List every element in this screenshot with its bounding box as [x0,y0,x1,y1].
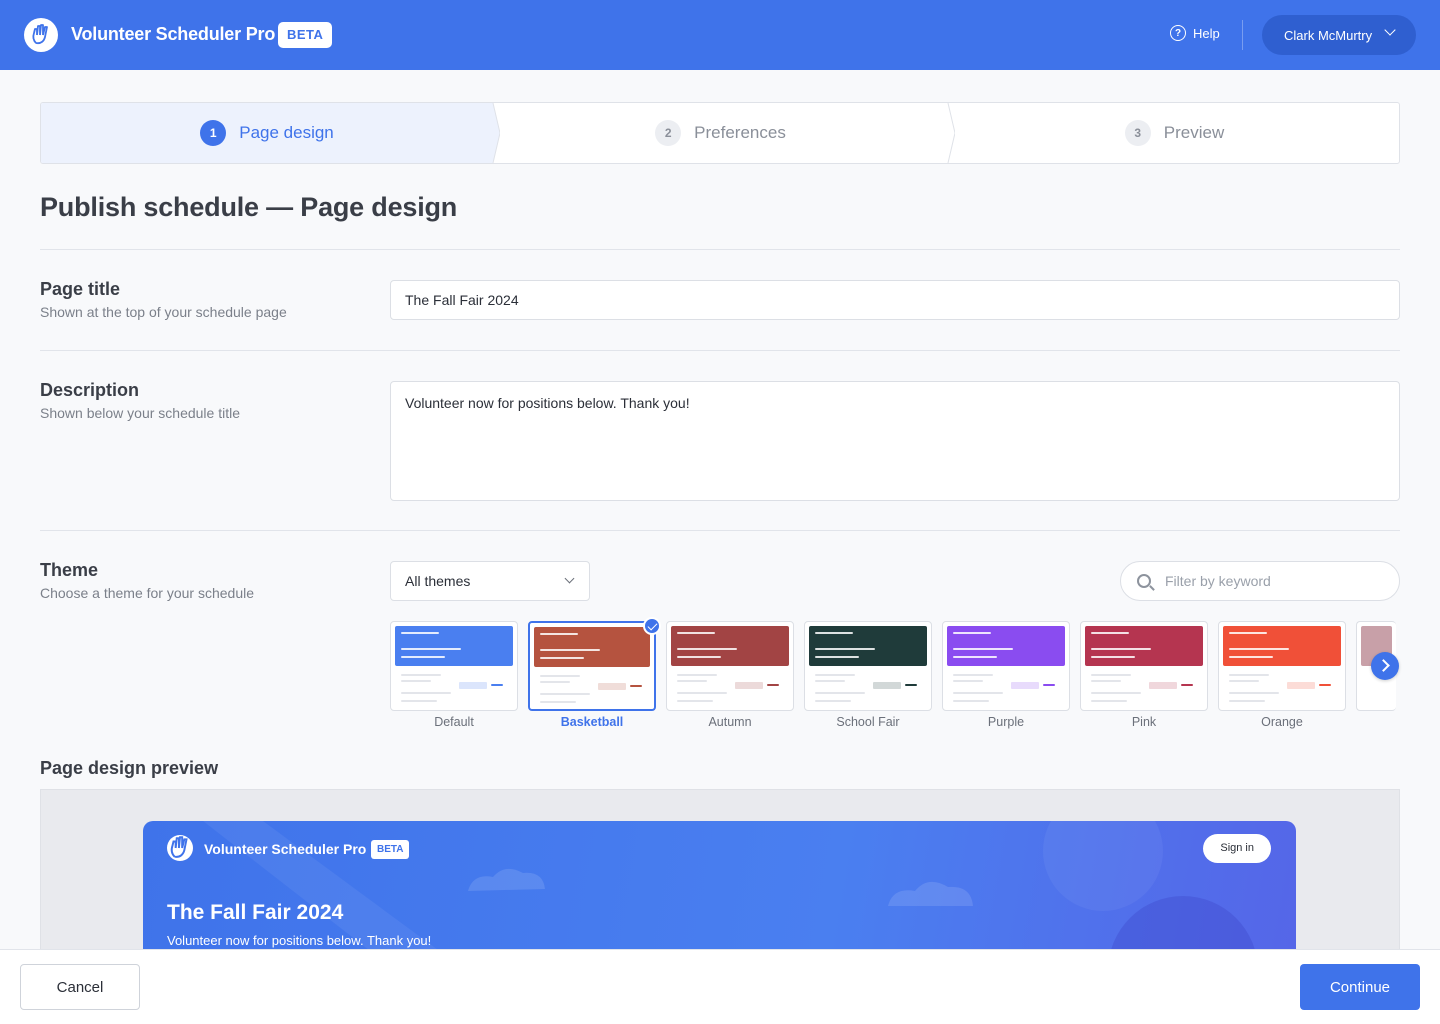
page-title-label: Page title [40,279,121,299]
preview-section-title: Page design preview [40,758,219,778]
theme-banner-swatch [534,627,650,667]
theme-label: Autumn [708,715,752,729]
hand-logo-icon[interactable] [24,18,58,52]
theme-filter-value: All themes [405,573,471,589]
user-menu-button[interactable]: Clark McMurtry [1262,15,1416,55]
theme-banner-swatch [809,626,927,666]
theme-banner-swatch [395,626,513,666]
theme-label: School Fair [836,715,900,729]
step-separator [488,103,500,163]
theme-banner-swatch [1085,626,1203,666]
app-title: Volunteer Scheduler Pro [71,24,276,44]
preview-beta-badge: BETA [371,840,410,859]
step-page-design[interactable]: 1 Page design [41,103,493,163]
preview-sign-in-button[interactable]: Sign in [1203,834,1271,863]
step-preview[interactable]: 3 Preview [948,103,1399,163]
step-separator [947,103,955,163]
theme-label: Purple [987,715,1025,729]
step-preferences[interactable]: 2 Preferences [493,103,948,163]
step-label: Preferences [694,123,786,142]
theme-help: Choose a theme for your schedule [40,585,255,601]
page-title-help: Shown at the top of your schedule page [40,304,287,320]
divider [40,530,1400,531]
theme-card[interactable] [1218,621,1346,711]
step-label: Page design [239,123,334,142]
stepper: 1 Page design 2 Preferences 3 Preview [40,102,1400,164]
theme-card[interactable] [666,621,794,711]
theme-card[interactable] [1080,621,1208,711]
theme-card[interactable] [804,621,932,711]
help-link[interactable]: ? Help [1170,25,1220,41]
theme-banner-swatch [671,626,789,666]
search-placeholder: Filter by keyword [1165,573,1271,589]
question-circle-icon: ? [1170,25,1186,41]
theme-card[interactable] [390,621,518,711]
divider [40,249,1400,250]
header-divider [1242,20,1243,50]
chevron-down-icon [564,573,575,584]
preview-logo-icon [167,835,193,861]
step-label: Preview [1163,123,1225,142]
top-bar: Volunteer Scheduler Pro BETA ? Help Clar… [0,0,1440,70]
gallery-next-button[interactable] [1371,652,1399,680]
theme-label: Orange [1261,715,1303,729]
page-title: Publish schedule — Page design [40,192,458,222]
cancel-button[interactable]: Cancel [20,964,140,1010]
theme-filter-select[interactable]: All themes [390,561,590,601]
theme-label: Default [434,715,474,729]
page-title-input[interactable]: The Fall Fair 2024 [390,280,1400,320]
user-name: Clark McMurtry [1284,27,1373,43]
footer-bar: Cancel Continue [0,949,1440,1024]
theme-label: Basketball [560,715,624,729]
beta-badge: BETA [278,22,333,48]
theme-banner-swatch [1223,626,1341,666]
step-number: 2 [655,120,682,146]
step-number: 3 [1124,120,1151,146]
preview-description: Volunteer now for positions below. Thank… [167,933,432,948]
theme-card[interactable] [942,621,1070,711]
theme-banner-swatch [947,626,1065,666]
description-label: Description [40,380,140,400]
preview-banner: Volunteer Scheduler Pro BETA Sign in The… [143,821,1296,961]
preview-app-title: Volunteer Scheduler Pro [204,841,367,857]
selected-check-icon [643,617,661,635]
theme-search-input[interactable]: Filter by keyword [1120,561,1400,601]
description-help: Shown below your schedule title [40,405,241,421]
theme-label: Pink [1131,715,1157,729]
divider [40,350,1400,351]
theme-gallery: Default Basketball Autumn School Fair Purple… [390,621,1400,736]
theme-card[interactable] [528,621,656,711]
description-textarea[interactable]: Volunteer now for positions below. Thank… [390,381,1400,501]
help-label: Help [1193,25,1220,41]
theme-label: Theme [40,560,99,580]
step-number: 1 [200,120,227,146]
search-icon [1137,574,1151,588]
preview-title: The Fall Fair 2024 [167,901,344,924]
chevron-down-icon [1384,24,1396,36]
continue-button[interactable]: Continue [1300,964,1420,1010]
